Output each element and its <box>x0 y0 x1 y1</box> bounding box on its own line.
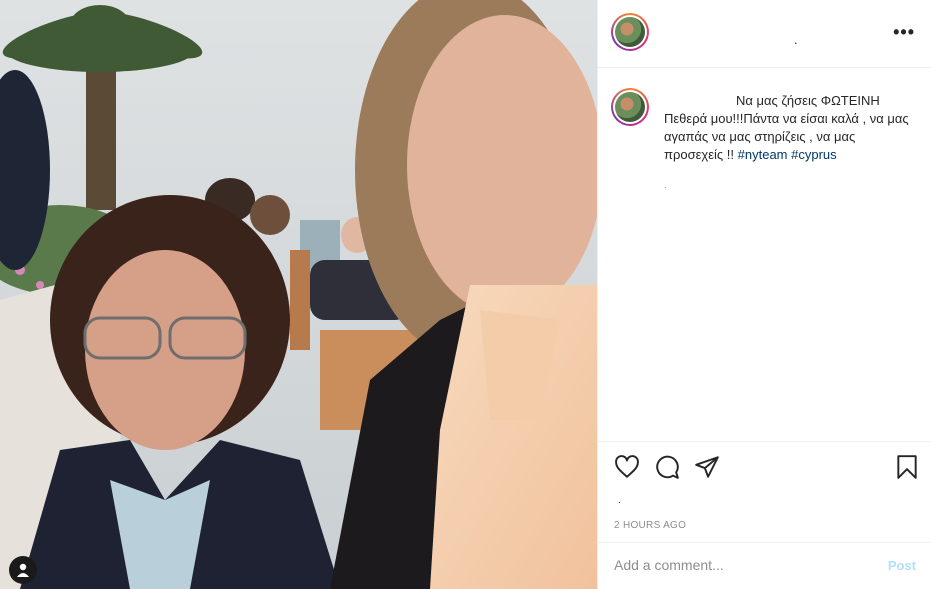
post-side-panel: . ••• Να μας ζήσεις ΦΩΤΕΙΝΗ Πεθερά μου!!… <box>597 0 931 589</box>
heart-icon[interactable] <box>614 454 640 480</box>
hashtag-link[interactable]: #nyteam <box>738 147 788 162</box>
share-icon[interactable] <box>694 454 720 480</box>
caption-text: Να μας ζήσεις ΦΩΤΕΙΝΗ Πεθερά μου!!!Πάντα… <box>664 92 914 164</box>
hashtag-link[interactable]: #cyprus <box>791 147 837 162</box>
photo-image <box>0 0 597 589</box>
post-photo[interactable] <box>0 0 597 589</box>
caption-area: Να μας ζήσεις ΦΩΤΕΙΝΗ Πεθερά μου!!!Πάντα… <box>598 68 931 440</box>
user-tag-icon[interactable] <box>9 556 37 584</box>
likes-count: . <box>618 495 621 506</box>
post-header: . ••• <box>598 0 931 68</box>
more-icon[interactable]: ••• <box>893 22 915 43</box>
caption-avatar[interactable] <box>611 88 649 126</box>
comment-icon[interactable] <box>654 454 680 480</box>
caption-lead: Να μας ζήσεις ΦΩΤΕΙΝΗ <box>736 93 880 108</box>
comment-box: Post <box>598 542 931 589</box>
timestamp[interactable]: 2 HOURS AGO <box>614 520 686 531</box>
comment-input[interactable] <box>614 557 864 573</box>
action-bar: . 2 HOURS AGO <box>598 441 931 542</box>
post-button[interactable]: Post <box>888 558 916 573</box>
username[interactable]: . <box>794 32 798 47</box>
bookmark-icon[interactable] <box>894 454 920 480</box>
avatar[interactable] <box>611 13 649 51</box>
caption-dot: . <box>664 180 667 191</box>
